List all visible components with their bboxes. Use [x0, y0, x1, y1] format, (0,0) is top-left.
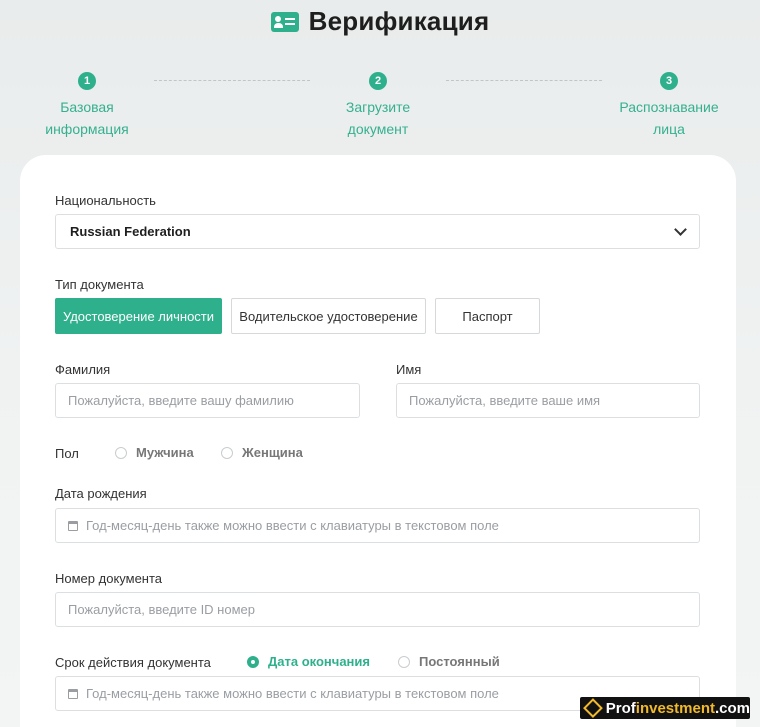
- nationality-label: Национальность: [55, 193, 156, 208]
- step-2-number: 2: [369, 72, 387, 90]
- gender-female-radio[interactable]: Женщина: [221, 445, 303, 460]
- step-2-label: Загрузите документ: [345, 99, 411, 137]
- doc-type-driver-license-button[interactable]: Водительское удостоверение: [231, 298, 426, 334]
- doc-type-id-card-button[interactable]: Удостоверение личности: [55, 298, 222, 334]
- first-name-label: Имя: [396, 362, 422, 377]
- birth-date-label: Дата рождения: [55, 486, 147, 501]
- radio-circle-icon: [398, 655, 410, 668]
- validity-label: Срок действия документа: [55, 655, 211, 670]
- id-card-icon: [270, 11, 299, 32]
- radio-circle-icon: [247, 655, 259, 668]
- birth-date-input[interactable]: Год-месяц-день также можно ввести с клав…: [55, 508, 700, 543]
- validity-permanent-radio[interactable]: Постоянный: [398, 654, 500, 669]
- step-1-number: 1: [78, 72, 96, 90]
- step-2: 2 Загрузите документ: [308, 72, 448, 140]
- doc-type-passport-button[interactable]: Паспорт: [435, 298, 540, 334]
- last-name-input[interactable]: Пожалуйста, введите вашу фамилию: [55, 383, 360, 418]
- validity-expiry-date-radio[interactable]: Дата окончания: [247, 654, 370, 669]
- page-title: Верификация: [308, 6, 490, 36]
- diamond-logo-icon: [583, 698, 603, 718]
- nationality-value: Russian Federation: [70, 224, 191, 239]
- step-connector-2: [446, 80, 602, 81]
- first-name-input[interactable]: Пожалуйста, введите ваше имя: [396, 383, 700, 418]
- last-name-label: Фамилия: [55, 362, 111, 377]
- radio-circle-icon: [221, 446, 233, 459]
- watermark-logo: Profinvestment.com: [580, 697, 750, 719]
- radio-circle-icon: [115, 446, 127, 459]
- doc-number-label: Номер документа: [55, 571, 163, 586]
- step-3: 3 Распознавание лица: [599, 72, 739, 140]
- step-3-number: 3: [660, 72, 678, 90]
- doc-number-input[interactable]: Пожалуйста, введите ID номер: [55, 592, 700, 627]
- gender-label: Пол: [55, 446, 79, 461]
- calendar-icon: [68, 520, 78, 531]
- calendar-icon: [68, 688, 78, 699]
- step-1-label: Базовая информация: [45, 99, 129, 137]
- step-connector-1: [154, 80, 310, 81]
- step-3-label: Распознавание лица: [619, 99, 719, 137]
- step-1: 1 Базовая информация: [17, 72, 157, 140]
- doc-type-label: Тип документа: [55, 277, 144, 292]
- page-header: Верификация: [0, 6, 760, 37]
- nationality-select[interactable]: Russian Federation: [55, 214, 700, 249]
- chevron-down-icon: [674, 222, 687, 236]
- gender-male-radio[interactable]: Мужчина: [115, 445, 194, 460]
